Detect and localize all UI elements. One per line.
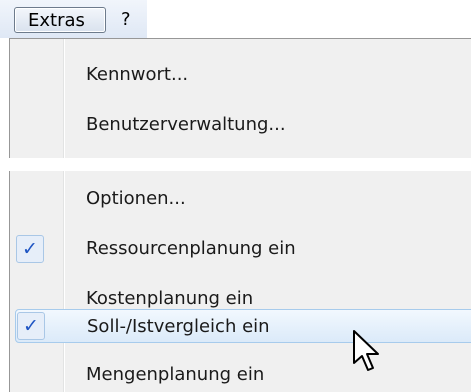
menu-item-mengenplanung[interactable]: Mengenplanung ein (11, 358, 471, 392)
menu-item-benutzerverwaltung[interactable]: Benutzerverwaltung... (11, 108, 471, 142)
menu-item-ressourcenplanung[interactable]: ✓ Ressourcenplanung ein (11, 232, 471, 266)
screenshot-stage: Extras ? Kennwort... Benutzerverwaltung.… (0, 0, 471, 392)
menu-bar: Extras ? (0, 0, 147, 38)
menu-item-label: Kennwort... (86, 64, 189, 85)
checkmark-icon: ✓ (17, 312, 45, 340)
menu-item-kennwort[interactable]: Kennwort... (11, 58, 471, 92)
menu-item-label: Ressourcenplanung ein (86, 238, 296, 259)
checkmark-icon: ✓ (16, 235, 44, 263)
menu-item-optionen[interactable]: Optionen... (11, 182, 471, 216)
menu-extras[interactable]: Extras (14, 7, 106, 33)
menu-item-label: Soll-/Istvergleich ein (87, 316, 270, 337)
menu-item-label: Benutzerverwaltung... (86, 114, 286, 135)
arrow-pointer-icon (353, 330, 379, 371)
menu-help[interactable]: ? (121, 7, 141, 33)
menu-item-label: Mengenplanung ein (86, 364, 265, 385)
extras-dropdown-menu: Kennwort... Benutzerverwaltung... Option… (9, 38, 471, 392)
menu-separator (9, 158, 471, 171)
menu-item-soll-istvergleich[interactable]: ✓ Soll-/Istvergleich ein (15, 309, 471, 343)
menu-item-label: Optionen... (86, 188, 186, 209)
